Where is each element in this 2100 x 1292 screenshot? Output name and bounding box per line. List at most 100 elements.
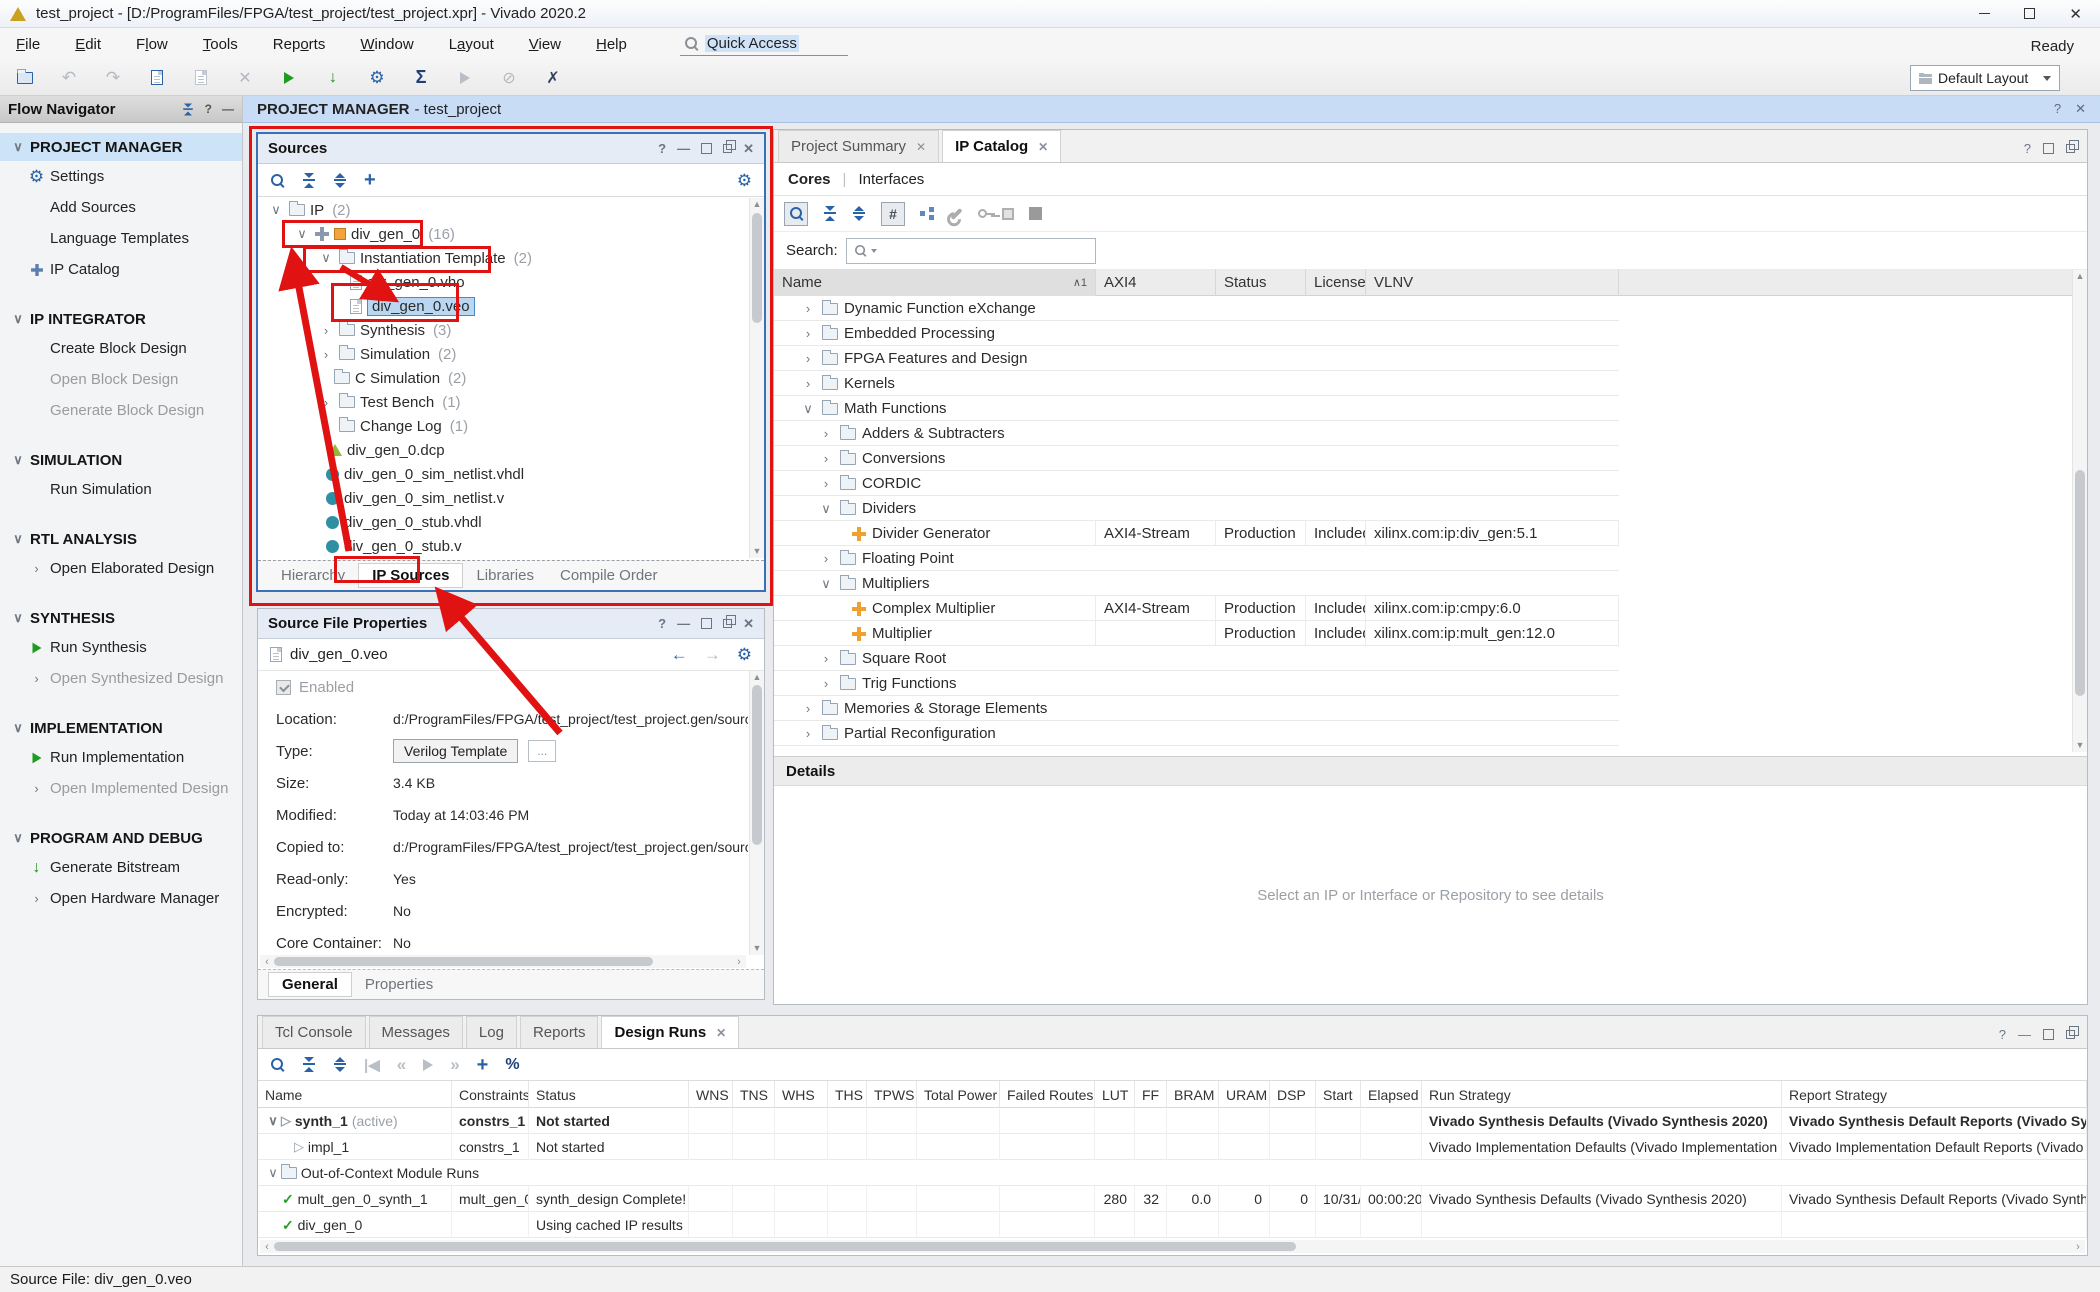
tab-design-runs[interactable]: Design Runs✕ xyxy=(601,1016,739,1048)
report-doc-icon[interactable] xyxy=(146,67,168,89)
tab-properties[interactable]: Properties xyxy=(352,973,446,996)
sidebar-item-settings[interactable]: ⚙Settings xyxy=(0,161,242,192)
maximize-panel-icon[interactable] xyxy=(701,618,712,629)
undo-icon[interactable]: ↶ xyxy=(58,67,80,89)
sidebar-section-rtl-analysis[interactable]: ∨RTL ANALYSIS xyxy=(0,525,242,553)
maximize-icon[interactable] xyxy=(2024,8,2035,19)
back-icon[interactable]: ← xyxy=(671,645,688,665)
close-icon[interactable]: ✕ xyxy=(1038,140,1048,154)
sidebar-section-program-and-debug[interactable]: ∨PROGRAM AND DEBUG xyxy=(0,824,242,852)
column-axi4[interactable]: AXI4 xyxy=(1096,269,1216,296)
chevron-down-icon[interactable]: ∨ xyxy=(265,1113,281,1129)
maximize-panel-icon[interactable] xyxy=(2043,143,2054,154)
sidebar-item-open-hardware-manager[interactable]: ›Open Hardware Manager xyxy=(0,883,242,914)
chevron-right-icon[interactable]: › xyxy=(318,395,334,410)
help-icon[interactable]: ? xyxy=(205,102,212,116)
sidebar-section-project-manager[interactable]: ∨PROJECT MANAGER xyxy=(0,133,242,161)
chevron-down-icon[interactable]: ∨ xyxy=(318,250,334,266)
sidebar-section-synthesis[interactable]: ∨SYNTHESIS xyxy=(0,604,242,632)
tree-item-c-simulation[interactable]: C Simulation(2) xyxy=(258,366,748,390)
collapse-all-icon[interactable] xyxy=(302,1057,316,1072)
sfp-scrollbar[interactable]: ▲▼ xyxy=(749,671,764,955)
generate-bitstream-icon[interactable]: ↓ xyxy=(322,67,344,89)
forward-icon[interactable]: → xyxy=(704,645,721,665)
sidebar-item-open-synthesized-design[interactable]: ›Open Synthesized Design xyxy=(0,663,242,694)
ellipsis-button[interactable]: ... xyxy=(528,740,556,762)
tab-ip-sources[interactable]: IP Sources xyxy=(358,563,463,588)
sidebar-item-create-block-design[interactable]: Create Block Design xyxy=(0,333,242,364)
menu-tools[interactable]: Tools xyxy=(203,36,238,53)
run-row-ooc-group[interactable]: ∨ Out-of-Context Module Runs xyxy=(258,1160,2087,1186)
column-name[interactable]: Name∧1 xyxy=(774,269,1096,296)
tree-item-sim-netlist-vhdl[interactable]: div_gen_0_sim_netlist.vhdl xyxy=(258,462,748,486)
sfp-hscrollbar[interactable]: ‹› xyxy=(260,955,746,968)
table-row[interactable]: ∨Math Functions xyxy=(774,396,2087,421)
search-input[interactable] xyxy=(846,238,1096,264)
minimize-panel-icon[interactable]: — xyxy=(677,616,690,631)
sources-scrollbar[interactable]: ▲▼ xyxy=(749,198,764,558)
minimize-icon[interactable] xyxy=(1979,13,1990,14)
ip-table-scrollbar[interactable]: ▲▼ xyxy=(2072,270,2087,752)
step-back-icon[interactable]: « xyxy=(397,1055,406,1075)
close-icon[interactable]: ✕ xyxy=(2075,101,2086,117)
menu-layout[interactable]: Layout xyxy=(449,36,494,53)
sidebar-section-implementation[interactable]: ∨IMPLEMENTATION xyxy=(0,714,242,742)
table-row[interactable]: ›FPGA Features and Design xyxy=(774,346,2087,371)
column-license[interactable]: License xyxy=(1306,269,1366,296)
stop-icon[interactable]: ✗ xyxy=(542,67,564,89)
copy-icon[interactable] xyxy=(190,67,212,89)
quick-access-search[interactable]: Quick Access xyxy=(680,32,848,56)
tab-log[interactable]: Log xyxy=(466,1016,517,1048)
table-row[interactable]: ›Embedded Processing xyxy=(774,321,2087,346)
subtab-cores[interactable]: Cores xyxy=(788,171,831,188)
sidebar-item-add-sources[interactable]: Add Sources xyxy=(0,192,242,223)
minimize-panel-icon[interactable]: — xyxy=(222,102,234,116)
table-row[interactable]: ›Dynamic Function eXchange xyxy=(774,296,2087,321)
percent-icon[interactable]: % xyxy=(505,1056,519,1074)
table-row-multiplier[interactable]: Multiplier ProductionIncludedxilinx.com:… xyxy=(774,621,2087,646)
sidebar-item-open-block-design[interactable]: Open Block Design xyxy=(0,364,242,395)
menu-reports[interactable]: Reports xyxy=(273,36,326,53)
tab-tcl-console[interactable]: Tcl Console xyxy=(262,1016,366,1048)
close-panel-icon[interactable]: ✕ xyxy=(743,616,754,632)
minimize-panel-icon[interactable]: — xyxy=(677,141,690,156)
sidebar-item-run-implementation[interactable]: Run Implementation xyxy=(0,742,242,773)
close-icon[interactable]: ✕ xyxy=(916,140,926,154)
tree-item-sim-netlist-v[interactable]: div_gen_0_sim_netlist.v xyxy=(258,486,748,510)
tree-item-change-log[interactable]: ›Change Log(1) xyxy=(258,414,748,438)
sidebar-section-ip-integrator[interactable]: ∨IP INTEGRATOR xyxy=(0,305,242,333)
table-row[interactable]: ›Floating Point xyxy=(774,546,2087,571)
search-icon[interactable] xyxy=(784,202,808,226)
table-row[interactable]: ›Memories & Storage Elements xyxy=(774,696,2087,721)
gear-icon[interactable]: ⚙ xyxy=(737,646,752,663)
sidebar-item-language-templates[interactable]: Language Templates xyxy=(0,223,242,254)
help-icon[interactable]: ? xyxy=(658,616,666,631)
tree-item-simulation[interactable]: ›Simulation(2) xyxy=(258,342,748,366)
run-icon[interactable] xyxy=(423,1059,433,1071)
search-icon[interactable] xyxy=(270,173,285,188)
wrench-icon[interactable] xyxy=(950,207,962,219)
tree-item-test-bench[interactable]: ›Test Bench(1) xyxy=(258,390,748,414)
menu-flow[interactable]: Flow xyxy=(136,36,168,53)
chip-icon[interactable] xyxy=(1002,208,1014,220)
sidebar-item-generate-bitstream[interactable]: ↓Generate Bitstream xyxy=(0,852,242,883)
tab-libraries[interactable]: Libraries xyxy=(463,564,547,587)
run-row-div-gen-0[interactable]: ✓ div_gen_0 Using cached IP results xyxy=(258,1212,2087,1238)
float-panel-icon[interactable] xyxy=(723,144,732,153)
fast-forward-icon[interactable]: » xyxy=(450,1055,459,1075)
tab-reports[interactable]: Reports xyxy=(520,1016,599,1048)
create-run-icon[interactable]: + xyxy=(477,1055,489,1075)
collapse-all-icon[interactable] xyxy=(182,103,193,115)
tree-item-ip-folder[interactable]: ∨IP(2) xyxy=(258,198,748,222)
tree-item-div-gen-0-veo[interactable]: div_gen_0.veo xyxy=(258,294,748,318)
menu-window[interactable]: Window xyxy=(360,36,413,53)
tree-item-div-gen-0-dcp[interactable]: div_gen_0.dcp xyxy=(258,438,748,462)
table-row[interactable]: ›Trig Functions xyxy=(774,671,2087,696)
menu-file[interactable]: File xyxy=(16,36,40,53)
tab-compile-order[interactable]: Compile Order xyxy=(547,564,671,587)
delete-icon[interactable]: ✕ xyxy=(234,67,256,89)
add-sources-icon[interactable]: + xyxy=(364,170,376,190)
chevron-down-icon[interactable]: ∨ xyxy=(268,202,284,218)
sidebar-item-generate-block-design[interactable]: Generate Block Design xyxy=(0,395,242,426)
search-icon[interactable] xyxy=(270,1057,285,1072)
